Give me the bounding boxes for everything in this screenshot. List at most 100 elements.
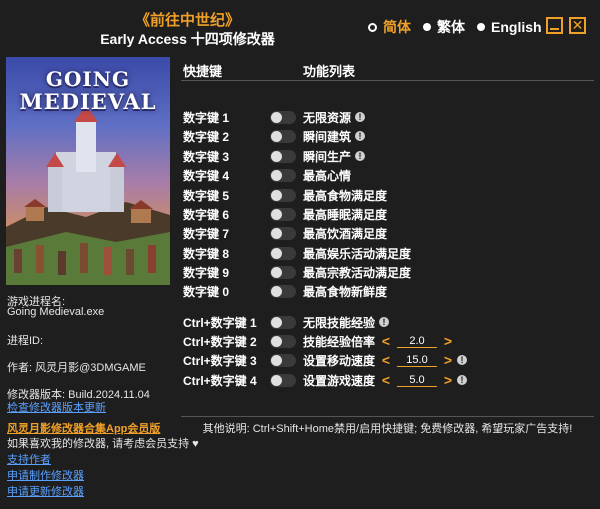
cheat-hotkey: 数字键 5 (183, 188, 230, 203)
radio-icon (477, 23, 485, 31)
lang-label: English (491, 19, 542, 35)
cheat-toggle[interactable] (270, 168, 296, 182)
cheat-name: 瞬间生产 (303, 149, 352, 164)
cheat-row: 数字键 3 瞬间生产! (183, 147, 595, 165)
app-member-link[interactable]: 风灵月影修改器合集App会员版 (7, 420, 160, 436)
cheat-toggle[interactable] (270, 265, 296, 279)
warning-icon: ! (355, 151, 366, 161)
cheat-row: Ctrl+数字键 1 无限技能经验! (183, 313, 595, 331)
cover-logo-line1: GOING (45, 67, 131, 91)
game-cover-image: GOING MEDIEVAL (6, 57, 170, 285)
decrease-arrow-icon[interactable]: < (381, 372, 391, 388)
cheat-row: Ctrl+数字键 4设置游戏速度<>! (183, 371, 595, 389)
cheat-name: 设置游戏速度 (303, 373, 376, 388)
value-stepper: <> (381, 352, 453, 368)
warning-icon: ! (379, 317, 390, 327)
close-button[interactable]: ✕ (569, 17, 586, 34)
cover-logo-line2: MEDIEVAL (19, 89, 157, 114)
pid-label: 进程ID: (7, 335, 44, 347)
cheat-row: 数字键 9 最高宗教活动满足度 (183, 263, 595, 281)
app-subtitle: Early Access 十四项修改器 (100, 31, 275, 47)
increase-arrow-icon[interactable]: > (443, 333, 453, 349)
cheat-toggle[interactable] (270, 207, 296, 221)
language-selector: 简体 繁体 English (368, 17, 554, 37)
hotkey-column-header: 快捷键 (183, 64, 223, 79)
cheat-toggle[interactable] (270, 149, 296, 163)
cheat-name: 最高心情 (303, 168, 352, 183)
cheat-hotkey: 数字键 7 (183, 226, 230, 241)
header-divider (181, 80, 594, 81)
author-text: 作者: 风灵月影@3DMGAME (7, 362, 146, 374)
value-stepper: <> (381, 333, 453, 349)
warning-icon: ! (457, 375, 468, 385)
radio-selected-icon (368, 22, 377, 32)
request-update-link[interactable]: 申请更新修改器 (7, 483, 84, 499)
radio-icon (423, 23, 431, 31)
cheat-name: 最高食物新鲜度 (303, 284, 388, 299)
cheat-hotkey: 数字键 4 (183, 168, 230, 183)
cheat-hotkey: 数字键 8 (183, 246, 230, 261)
cheat-row: 数字键 5 最高食物满足度 (183, 186, 595, 204)
cheat-name: 最高娱乐活动满足度 (303, 246, 412, 261)
cheat-hotkey: Ctrl+数字键 1 (183, 315, 257, 330)
cheat-hotkey: 数字键 1 (183, 110, 230, 125)
cheat-name: 最高食物满足度 (303, 188, 388, 203)
app-title: 《前往中世纪》 (134, 12, 240, 29)
decrease-arrow-icon[interactable]: < (381, 333, 391, 349)
minimize-button[interactable] (546, 17, 563, 34)
decrease-arrow-icon[interactable]: < (381, 352, 391, 368)
footer-note: 其他说明: Ctrl+Shift+Home禁用/启用快捷键; 免费修改器, 希望… (202, 423, 573, 435)
cheat-toggle[interactable] (270, 129, 296, 143)
cheat-toggle[interactable] (270, 373, 296, 387)
value-input[interactable] (397, 334, 438, 348)
cheat-name: 最高饮酒满足度 (303, 226, 388, 241)
cheat-row: 数字键 7 最高饮酒满足度 (183, 224, 595, 242)
cheat-toggle[interactable] (270, 315, 296, 329)
cheat-name: 最高宗教活动满足度 (303, 265, 412, 280)
footer-divider (181, 416, 594, 417)
cheat-toggle[interactable] (270, 188, 296, 202)
cheat-name: 最高睡眠满足度 (303, 207, 388, 222)
cheat-row: 数字键 2 瞬间建筑! (183, 127, 595, 145)
cheat-name: 瞬间建筑 (303, 129, 352, 144)
cheat-toggle[interactable] (270, 246, 296, 260)
cheat-toggle[interactable] (270, 334, 296, 348)
warning-icon: ! (457, 355, 468, 365)
cheat-row: 数字键 8 最高娱乐活动满足度 (183, 244, 595, 262)
lang-option-traditional[interactable]: 繁体 (423, 17, 465, 37)
value-stepper: <> (381, 372, 453, 388)
lang-option-english[interactable]: English (477, 19, 542, 35)
cheat-hotkey: Ctrl+数字键 2 (183, 334, 257, 349)
cheat-toggle[interactable] (270, 226, 296, 240)
cheat-name: 设置移动速度 (303, 353, 376, 368)
cheat-row: 数字键 0 最高食物新鲜度 (183, 282, 595, 300)
cheat-name: 无限资源 (303, 110, 352, 125)
increase-arrow-icon[interactable]: > (443, 352, 453, 368)
feature-column-header: 功能列表 (303, 64, 356, 79)
check-update-link[interactable]: 检查修改器版本更新 (7, 399, 106, 415)
cheat-toggle[interactable] (270, 284, 296, 298)
request-make-link[interactable]: 申请制作修改器 (7, 467, 84, 483)
cheat-hotkey: Ctrl+数字键 3 (183, 353, 257, 368)
cheat-hotkey: 数字键 3 (183, 149, 230, 164)
cheat-hotkey: 数字键 0 (183, 284, 230, 299)
cheat-row: 数字键 4 最高心情 (183, 166, 595, 184)
cheat-name: 技能经验倍率 (303, 334, 376, 349)
increase-arrow-icon[interactable]: > (443, 372, 453, 388)
process-name: Going Medieval.exe (7, 306, 105, 318)
warning-icon: ! (355, 112, 366, 122)
cheat-toggle[interactable] (270, 110, 296, 124)
cheat-toggle[interactable] (270, 353, 296, 367)
support-text: 如果喜欢我的修改器, 请考虑会员支持 ♥ (7, 438, 199, 450)
cheat-row: 数字键 1 无限资源! (183, 108, 595, 126)
value-input[interactable] (397, 373, 438, 387)
cheat-hotkey: 数字键 2 (183, 129, 230, 144)
value-input[interactable] (397, 353, 438, 367)
warning-icon: ! (355, 131, 366, 141)
lang-label: 简体 (383, 19, 411, 35)
support-author-link[interactable]: 支持作者 (7, 451, 51, 467)
lang-option-simplified[interactable]: 简体 (368, 17, 411, 37)
cheat-row: Ctrl+数字键 2技能经验倍率<> (183, 332, 595, 350)
cheat-hotkey: Ctrl+数字键 4 (183, 373, 257, 388)
cheat-name: 无限技能经验 (303, 315, 376, 330)
